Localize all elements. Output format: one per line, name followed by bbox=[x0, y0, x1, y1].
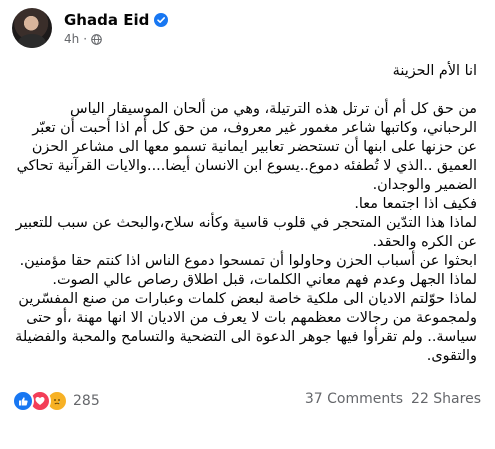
reaction-count: 285 bbox=[73, 393, 100, 409]
author-row: Ghada Eid bbox=[64, 11, 169, 29]
comments-count[interactable]: 37 Comments bbox=[305, 391, 403, 407]
post-paragraph: لماذا حوّلتم الاديان الى ملكية خاصة لبعض… bbox=[15, 291, 477, 364]
shares-count[interactable]: 22 Shares bbox=[411, 391, 481, 407]
post-time[interactable]: 4h bbox=[64, 32, 79, 46]
meta-separator: · bbox=[83, 32, 88, 46]
globe-icon[interactable] bbox=[91, 33, 102, 45]
verified-badge-icon bbox=[154, 13, 169, 27]
like-reaction-icon bbox=[12, 390, 34, 412]
engagement-bar: 285 37 Comments 22 Shares bbox=[12, 390, 481, 412]
post-paragraph: فكيف اذا اجتمعا معا. bbox=[354, 196, 477, 212]
avatar[interactable] bbox=[12, 8, 52, 48]
author-name[interactable]: Ghada Eid bbox=[64, 11, 149, 29]
reactions-summary[interactable]: 285 bbox=[12, 390, 100, 412]
post-paragraph: من حق كل أم أن ترتل هذه الترتيلة، وهي من… bbox=[16, 101, 477, 193]
post-header: Ghada Eid 4h · bbox=[12, 8, 482, 54]
post-paragraph: انا الأم الحزينة bbox=[392, 63, 477, 79]
post-stats: 37 Comments 22 Shares bbox=[305, 391, 481, 407]
post-paragraph: لماذا الجهل وعدم فهم معاني الكلمات، قبل … bbox=[52, 272, 477, 288]
post-paragraph: ابحثوا عن أسباب الحزن وحاولوا أن تمسحوا … bbox=[19, 253, 477, 269]
post-text: انا الأم الحزينة من حق كل أم أن ترتل هذه… bbox=[15, 62, 477, 366]
post-paragraph: لماذا هذا التدّين المتحجر في قلوب قاسية … bbox=[15, 215, 477, 250]
avatar-figure bbox=[18, 34, 46, 48]
post-meta: 4h · bbox=[64, 32, 102, 46]
